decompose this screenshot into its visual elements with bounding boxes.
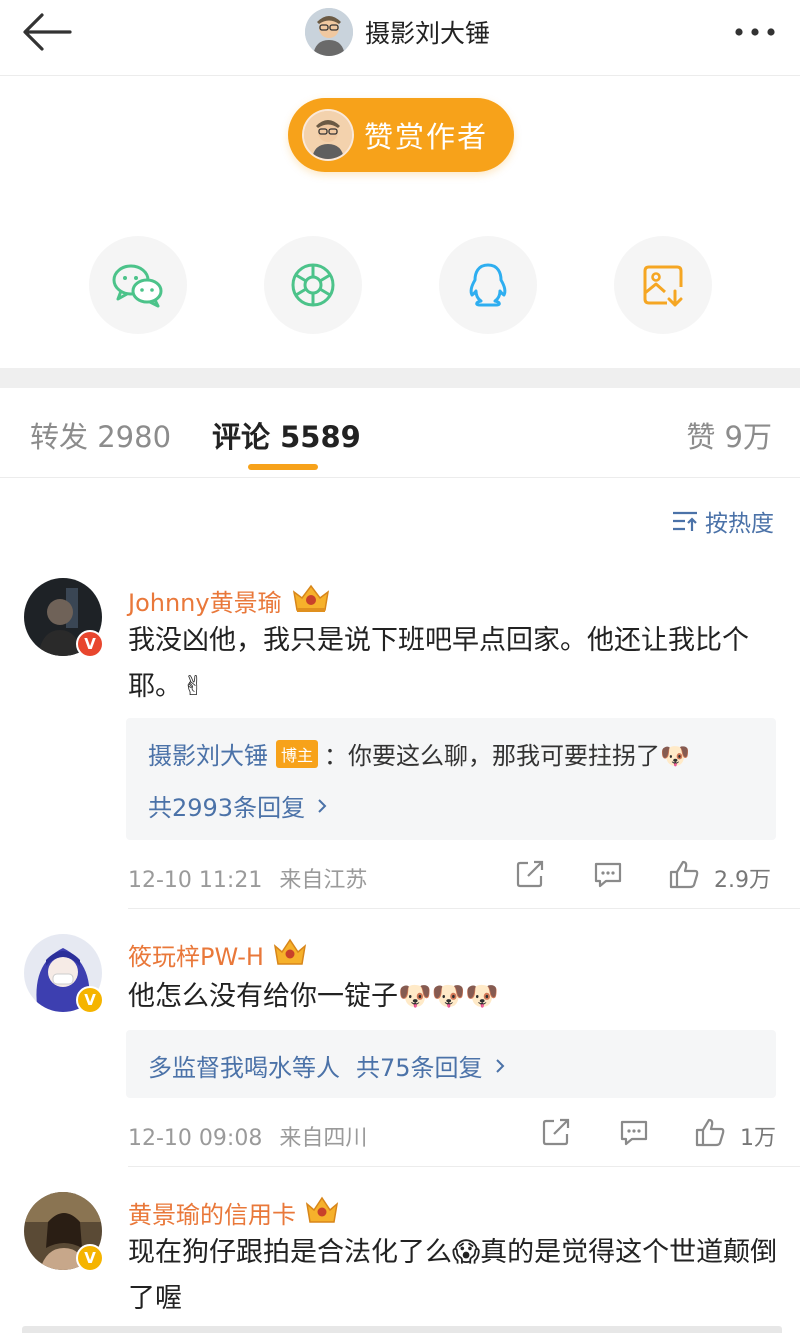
reply-total: 共75条回复	[356, 1054, 483, 1082]
comment-separator	[128, 1166, 800, 1167]
comment-location: 来自四川	[279, 1126, 368, 1151]
share-icon[interactable]	[514, 858, 546, 890]
commenter-name[interactable]: Johnny黄景瑜	[128, 583, 282, 618]
tab-bar: 转发 2980 评论 5589 赞 9万	[0, 388, 800, 478]
reply-preview-box[interactable]: 摄影刘大锤 博主 ：你要这么聊，那我可要拄拐了🐶 共2993条回复	[126, 718, 776, 840]
reply-preview-box[interactable]: 多监督我喝水等人 共75条回复	[126, 1030, 776, 1098]
commenter-avatar[interactable]: V	[24, 578, 104, 658]
moments-aperture-icon	[291, 263, 335, 307]
reply-total-link[interactable]: 共2993条回复	[148, 788, 333, 823]
qq-penguin-icon	[469, 263, 507, 307]
comment-text: 他怎么没有给你一锭子🐶🐶🐶	[128, 981, 499, 1012]
like-count: 1万	[740, 1126, 776, 1151]
share-wechat-button[interactable]	[89, 236, 187, 334]
comment-text: 现在狗仔跟拍是合法化了么😱真的是觉得这个世道颠倒了喔	[128, 1237, 778, 1314]
comment-time: 12-10 09:08	[128, 1126, 263, 1151]
reply-total-link[interactable]: 共75条回复	[356, 1048, 511, 1083]
author-name-title: 摄影刘大锤	[365, 19, 491, 48]
share-qq-button[interactable]	[439, 236, 537, 334]
reward-avatar	[302, 109, 354, 161]
comment-meta: 12-10 09:08 来自四川 1万	[128, 1116, 778, 1152]
back-arrow-icon[interactable]	[18, 10, 74, 54]
save-image-icon	[643, 265, 683, 307]
crown-fan-badge-icon	[290, 582, 332, 618]
comment-location: 来自江苏	[279, 868, 368, 893]
comment-separator	[128, 908, 800, 909]
chevron-right-icon	[318, 798, 327, 813]
reward-author-button[interactable]: 赞赏作者	[288, 98, 514, 172]
reply-preview-names[interactable]: 多监督我喝水等人	[148, 1048, 340, 1083]
wechat-icon	[112, 264, 163, 308]
like-thumb-icon[interactable]	[668, 858, 700, 890]
tab-like[interactable]: 赞 9万	[686, 414, 772, 456]
chevron-right-icon	[495, 1058, 504, 1073]
tab-repost[interactable]: 转发 2980	[30, 414, 171, 456]
reply-icon[interactable]	[618, 1116, 650, 1148]
comment-time: 12-10 11:21	[128, 868, 263, 893]
reply-preview: 多监督我喝水等人 共75条回复	[148, 1048, 511, 1083]
like-thumb-icon[interactable]	[694, 1116, 726, 1148]
comment-text: 我没凶他，我只是说下班吧早点回家。他还让我比个耶。✌	[128, 625, 749, 702]
more-options-icon[interactable]	[730, 20, 780, 44]
share-icon[interactable]	[540, 1116, 572, 1148]
next-card-edge	[22, 1326, 782, 1333]
verified-badge-icon: V	[76, 1244, 104, 1272]
sort-by-heat-button[interactable]: 按热度	[671, 506, 774, 537]
reply-icon[interactable]	[592, 858, 624, 890]
commenter-name[interactable]: 黄景瑜的信用卡	[128, 1195, 296, 1230]
author-avatar[interactable]	[305, 8, 353, 56]
commenter-name[interactable]: 筱玩梓PW-H	[128, 937, 264, 972]
section-divider	[0, 368, 800, 388]
commenter-avatar[interactable]: V	[24, 934, 104, 1014]
reply-preview: 摄影刘大锤 博主 ：你要这么聊，那我可要拄拐了🐶	[148, 736, 690, 771]
sort-icon	[673, 511, 697, 531]
save-image-button[interactable]	[614, 236, 712, 334]
verified-badge-icon: V	[76, 986, 104, 1014]
reply-total: 共2993条回复	[148, 794, 306, 822]
like-count: 2.9万	[714, 868, 771, 893]
share-moments-button[interactable]	[264, 236, 362, 334]
reward-label: 赞赏作者	[364, 120, 489, 154]
author-tag: 博主	[276, 739, 319, 768]
author-header[interactable]: 摄影刘大锤	[305, 6, 490, 58]
reply-author[interactable]: 摄影刘大锤	[148, 736, 268, 771]
top-bar: 摄影刘大锤	[0, 0, 800, 76]
comment-meta: 12-10 11:21 来自江苏 2.9万	[128, 858, 778, 894]
sort-label: 按热度	[705, 511, 774, 537]
tab-comment[interactable]: 评论 5589	[212, 414, 361, 456]
commenter-avatar[interactable]: V	[24, 1192, 104, 1272]
reply-text: ：你要这么聊，那我可要拄拐了🐶	[324, 742, 690, 770]
crown-fan-badge-icon	[272, 936, 308, 972]
verified-badge-icon: V	[76, 630, 104, 658]
active-tab-indicator	[248, 464, 318, 470]
crown-fan-badge-icon	[304, 1194, 340, 1230]
